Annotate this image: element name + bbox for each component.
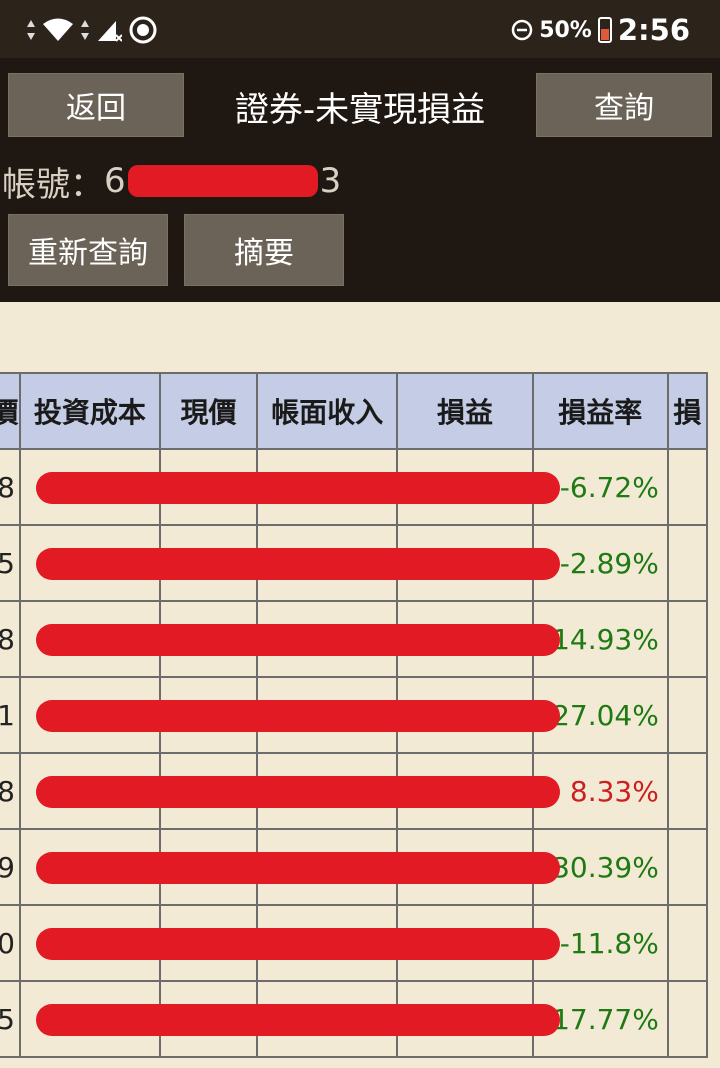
app-header: 返回 證券-未實現損益 查詢 帳號： 6 3 重新查詢 摘要 <box>0 58 720 302</box>
clock: 2:56 <box>617 13 690 47</box>
price-cell: 8 <box>0 448 21 526</box>
battery-icon <box>597 17 612 43</box>
redaction-mark <box>36 624 560 656</box>
sync-icon <box>129 16 157 44</box>
do-not-disturb-icon <box>511 19 533 41</box>
price-cell: 5 <box>0 980 21 1058</box>
column-header[interactable]: 損益率 <box>531 372 669 450</box>
redaction-mark <box>36 852 560 884</box>
truncated-cell <box>666 904 709 982</box>
pnl-table-container[interactable]: 價投資成本 現價 帳面收入 損益 損益率損 8 -6.72% 5 -2.89% 8 -14.93%… <box>0 372 720 1068</box>
back-button[interactable]: 返回 <box>8 73 184 137</box>
account-label: 帳號： <box>2 164 104 205</box>
data-arrows-icon <box>81 20 89 40</box>
price-cell: 0 <box>0 904 21 982</box>
redaction-mark <box>36 472 560 504</box>
truncated-cell <box>666 752 709 830</box>
price-cell: 8 <box>0 752 21 830</box>
column-header[interactable]: 帳面收入 <box>256 372 399 450</box>
column-header[interactable]: 損 <box>666 372 709 450</box>
redaction-mark <box>36 928 560 960</box>
redaction-mark <box>36 776 560 808</box>
column-header[interactable]: 價 <box>0 372 21 450</box>
price-cell: 5 <box>0 524 21 602</box>
account-suffix: 3 <box>319 161 342 201</box>
column-header[interactable]: 投資成本 <box>18 372 161 450</box>
status-bar: 50% 2:56 <box>0 0 720 58</box>
table-header-row: 價投資成本 現價 帳面收入 損益 損益率損 <box>0 372 709 450</box>
column-header[interactable]: 現價 <box>158 372 259 450</box>
status-right: 50% 2:56 <box>511 12 690 48</box>
table-body: 8 -6.72% 5 -2.89% 8 -14.93% 1 -27.04% 8 8.33% 9 -30… <box>0 448 709 1058</box>
status-icons <box>26 14 158 46</box>
data-arrows-icon <box>27 20 35 40</box>
page-title: 證券-未實現損益 <box>234 89 486 130</box>
truncated-cell <box>666 828 709 906</box>
truncated-cell <box>666 448 709 526</box>
signal-icon <box>98 21 122 42</box>
summary-button[interactable]: 摘要 <box>184 214 344 286</box>
battery-percent: 50% <box>539 17 592 43</box>
account-redaction <box>127 165 318 197</box>
truncated-cell <box>666 524 709 602</box>
wifi-icon <box>43 18 73 41</box>
truncated-cell <box>666 980 709 1058</box>
truncated-cell <box>666 600 709 678</box>
account-prefix: 6 <box>104 161 126 201</box>
redaction-mark <box>36 548 560 580</box>
price-cell: 8 <box>0 600 21 678</box>
account-number: 帳號： 6 3 <box>2 154 341 208</box>
price-cell: 9 <box>0 828 21 906</box>
requery-button[interactable]: 重新查詢 <box>8 214 168 286</box>
redaction-mark <box>36 1004 560 1036</box>
redaction-mark <box>36 700 560 732</box>
column-header[interactable]: 損益 <box>396 372 534 450</box>
price-cell: 1 <box>0 676 21 754</box>
query-button[interactable]: 查詢 <box>536 73 712 137</box>
truncated-cell <box>666 676 709 754</box>
